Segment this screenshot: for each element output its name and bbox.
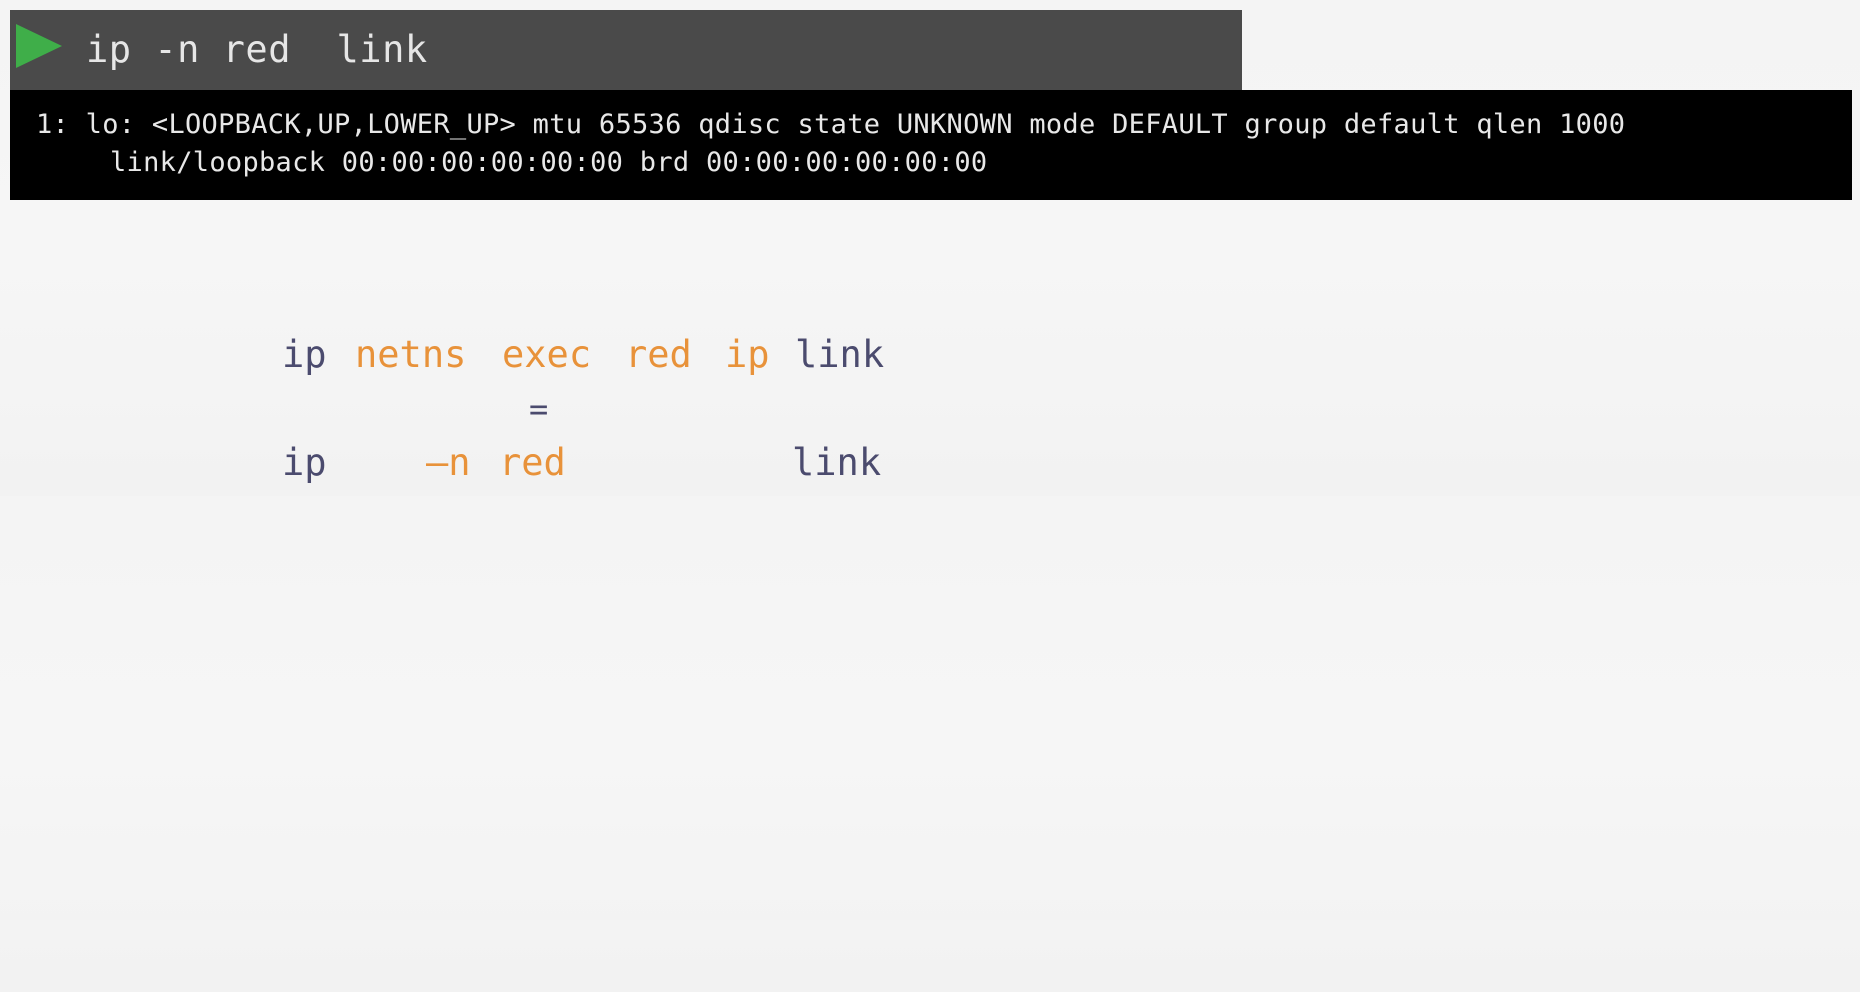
terminal-line-2: link/loopback 00:00:00:00:00:00 brd 00:0… <box>110 147 988 178</box>
command-comparison: ip netns exec red ip link = ip –n red li… <box>280 325 980 495</box>
token-link: link <box>795 333 885 376</box>
command-text[interactable]: ip -n red link <box>86 22 428 78</box>
token-red: red <box>625 333 692 376</box>
equals-sign: = <box>529 390 549 428</box>
command-bar: ip -n red link <box>10 10 1242 90</box>
token-ip-short: ip <box>282 441 327 484</box>
terminal-line-1: 1: lo: <LOOPBACK,UP,LOWER_UP> mtu 65536 … <box>36 109 1626 140</box>
token-exec: exec <box>502 333 592 376</box>
play-icon[interactable] <box>16 24 62 68</box>
terminal-output: 1: lo: <LOOPBACK,UP,LOWER_UP> mtu 65536 … <box>10 90 1852 200</box>
token-ip: ip <box>282 333 327 376</box>
token-red-short: red <box>499 441 566 484</box>
token-ip-second: ip <box>725 333 770 376</box>
token-netns: netns <box>355 333 467 376</box>
token-n-flag: –n <box>426 441 471 484</box>
token-link-short: link <box>792 441 882 484</box>
